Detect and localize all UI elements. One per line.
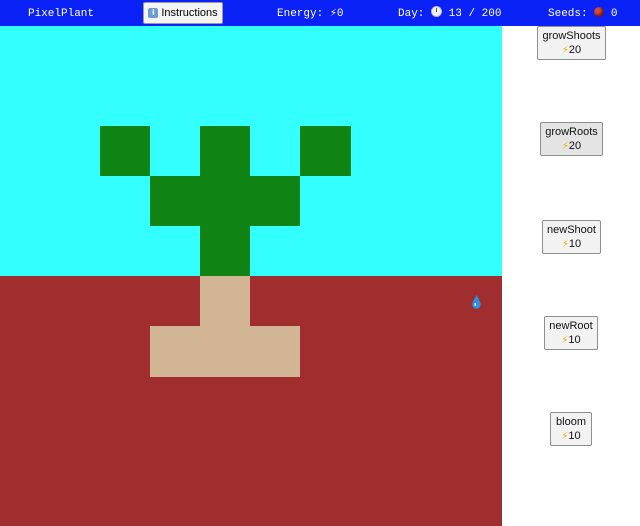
shoot-cell [200,226,250,276]
new-shoot-button[interactable]: newShoot ⚡10 [542,220,601,254]
lightning-bolt-icon: ⚡ [561,141,569,152]
grow-shoots-button[interactable]: growShoots ⚡20 [537,26,606,60]
sky-area [0,26,502,276]
action-label: growRoots [545,126,598,138]
action-cost: 20 [568,44,582,56]
action-label: growShoots [542,30,601,42]
bloom-button[interactable]: bloom ⚡10 [550,412,592,446]
energy-label: Energy: [277,8,324,20]
root-cell [150,326,300,377]
lightning-bolt-icon: ⚡ [561,45,569,56]
shoot-cell [100,126,150,176]
game-title: PixelPlant [28,8,95,20]
top-bar: PixelPlant i Instructions Energy: ⚡0 Day… [0,0,640,26]
action-cost: 20 [568,140,582,152]
day-label: Day: [398,8,425,20]
action-label: bloom [556,416,586,428]
energy-display: Energy: ⚡0 [277,0,343,26]
day-current: 13 [448,8,462,20]
shoot-cell [300,126,351,176]
clock-icon [431,6,443,17]
action-label: newRoot [549,320,593,332]
action-cost: 10 [568,238,582,250]
lightning-bolt-icon: ⚡ [329,8,337,19]
action-panel: growShoots ⚡20 growRoots ⚡20 newShoot ⚡1… [502,26,640,526]
seeds-label: Seeds: [548,8,588,20]
shoot-cell [200,126,250,176]
instructions-button[interactable]: i Instructions [143,2,223,24]
lightning-bolt-icon: ⚡ [561,239,569,250]
new-root-button[interactable]: newRoot ⚡10 [544,316,598,350]
action-label: newShoot [547,224,596,236]
soil-area [0,276,502,526]
action-cost: 10 [568,430,581,442]
info-icon: i [148,8,159,18]
grow-roots-button[interactable]: growRoots ⚡20 [540,122,603,156]
shoot-cell [150,176,300,226]
seeds-value: 0 [610,8,618,20]
root-cell [200,276,250,326]
game-field[interactable] [0,26,502,526]
day-separator: / [468,8,476,20]
water-drop-icon [472,295,481,309]
day-display: Day: 13 / 200 [398,0,501,26]
day-total: 200 [481,8,502,20]
action-cost: 10 [568,334,581,346]
seed-icon [594,7,605,17]
seeds-display: Seeds: 0 [548,0,617,26]
instructions-label: Instructions [161,7,218,19]
energy-value: 0 [336,8,344,20]
